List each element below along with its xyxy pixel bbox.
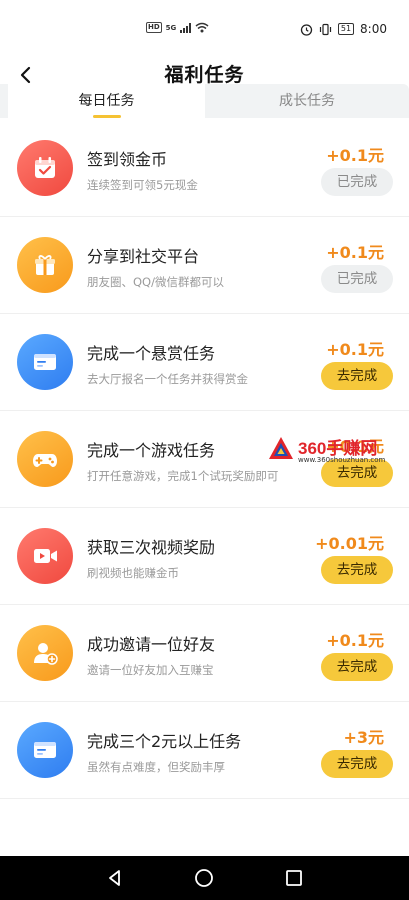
task-reward: +0.1元 xyxy=(326,631,384,650)
task-row-share: 分享到社交平台 朋友圈、QQ/微信群都可以 +0.1元 已完成 xyxy=(0,217,409,314)
system-nav-bar xyxy=(0,856,409,900)
task-description: 邀请一位好友加入互赚宝 xyxy=(87,663,214,677)
task-row-video: 获取三次视频奖励 刷视频也能赚金币 +0.01元 去完成 xyxy=(0,508,409,605)
task-description: 打开任意游戏，完成1个试玩奖励即可 xyxy=(87,469,279,483)
task-row-checkin: 签到领金币 连续签到可领5元现金 +0.1元 已完成 xyxy=(0,120,409,217)
tab-daily-tasks[interactable]: 每日任务 xyxy=(8,84,205,118)
task-title: 完成三个2元以上任务 xyxy=(87,732,242,751)
task-description: 连续签到可领5元现金 xyxy=(87,178,198,192)
calendar-check-icon xyxy=(17,140,73,196)
gamepad-icon xyxy=(17,431,73,487)
task-reward: +0.1元 xyxy=(326,146,384,165)
browser-window-icon xyxy=(17,334,73,390)
task-description: 朋友圈、QQ/微信群都可以 xyxy=(87,275,224,289)
task-row-invite: 成功邀请一位好友 邀请一位好友加入互赚宝 +0.1元 去完成 xyxy=(0,605,409,702)
vibrate-icon xyxy=(319,23,331,35)
task-title: 获取三次视频奖励 xyxy=(87,538,216,557)
wifi-icon xyxy=(195,22,209,33)
task-title: 完成一个游戏任务 xyxy=(87,441,216,460)
completed-button[interactable]: 已完成 xyxy=(321,265,393,293)
task-title: 分享到社交平台 xyxy=(87,247,200,266)
task-title: 成功邀请一位好友 xyxy=(87,635,216,654)
watermark-logo-icon xyxy=(269,437,293,459)
watermark-url: www.360shouzhuan.com xyxy=(298,456,386,464)
video-camera-icon xyxy=(17,528,73,584)
go-complete-button[interactable]: 去完成 xyxy=(321,556,393,584)
task-description: 刷视频也能赚金币 xyxy=(87,566,179,580)
task-description: 虽然有点难度，但奖励丰厚 xyxy=(87,760,225,774)
battery-icon: 51 xyxy=(337,23,355,35)
browser-window-icon xyxy=(17,722,73,778)
status-left: HD 5G xyxy=(146,22,209,33)
tab-spacer xyxy=(0,84,8,118)
watermark: 360手赚网 www.360shouzhuan.com xyxy=(266,432,396,472)
signal-icon xyxy=(180,22,192,33)
task-title: 签到领金币 xyxy=(87,150,168,169)
tab-growth-tasks[interactable]: 成长任务 xyxy=(205,84,409,118)
task-reward: +0.1元 xyxy=(326,340,384,359)
task-row-bounty: 完成一个悬赏任务 去大厅报名一个任务并获得赏金 +0.1元 去完成 xyxy=(0,314,409,411)
status-time: 8:00 xyxy=(360,22,387,36)
task-reward: +0.1元 xyxy=(326,243,384,262)
network-type-label: 5G xyxy=(165,23,177,32)
go-complete-button[interactable]: 去完成 xyxy=(321,653,393,681)
status-right: 51 8:00 xyxy=(300,22,387,36)
go-complete-button[interactable]: 去完成 xyxy=(321,362,393,390)
go-complete-button[interactable]: 去完成 xyxy=(321,750,393,778)
completed-button[interactable]: 已完成 xyxy=(321,168,393,196)
task-title: 完成一个悬赏任务 xyxy=(87,344,216,363)
status-bar: HD 5G 51 8:00 xyxy=(0,0,409,60)
add-user-icon xyxy=(17,625,73,681)
task-reward: +3元 xyxy=(343,728,384,747)
gift-box-icon xyxy=(17,237,73,293)
task-tabs: 每日任务 成长任务 xyxy=(8,84,409,118)
back-arrow-icon xyxy=(20,66,31,84)
recents-square-icon[interactable] xyxy=(284,868,304,888)
task-description: 去大厅报名一个任务并获得赏金 xyxy=(87,372,248,386)
task-reward: +0.01元 xyxy=(315,534,384,553)
home-circle-icon[interactable] xyxy=(194,868,214,888)
task-row-big-task: 完成三个2元以上任务 虽然有点难度，但奖励丰厚 +3元 去完成 xyxy=(0,702,409,799)
back-triangle-icon[interactable] xyxy=(105,868,125,888)
hd-icon: HD xyxy=(146,22,162,33)
alarm-icon xyxy=(300,23,313,36)
